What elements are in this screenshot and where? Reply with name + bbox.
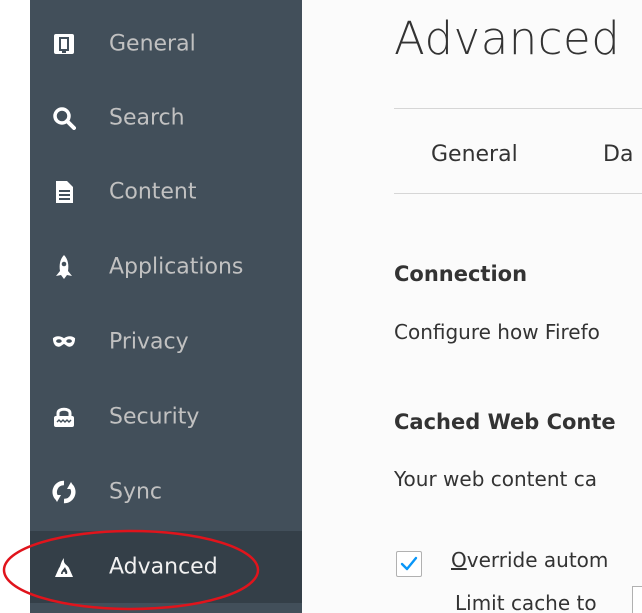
sidebar-item-sync[interactable]: Sync	[30, 456, 302, 528]
tab-general[interactable]: General	[431, 142, 518, 167]
cached-content-heading: Cached Web Conte	[394, 410, 616, 434]
sidebar-item-label: Sync	[109, 479, 163, 505]
applications-icon	[52, 255, 76, 279]
sidebar-item-label: Security	[109, 404, 200, 430]
security-icon	[52, 405, 76, 429]
sidebar-item-label: Advanced	[109, 554, 218, 580]
sidebar-item-label: Search	[109, 105, 185, 131]
sidebar-item-security[interactable]: Security	[30, 381, 302, 453]
window-left-edge	[0, 0, 30, 613]
sidebar-item-label: General	[109, 31, 196, 57]
override-cache-checkbox[interactable]	[396, 551, 422, 577]
general-icon	[52, 32, 76, 56]
advanced-icon	[52, 555, 76, 579]
content-icon	[52, 180, 76, 204]
page-title: Advanced	[394, 12, 621, 65]
sidebar-item-label: Content	[109, 179, 197, 205]
privacy-icon	[52, 330, 76, 354]
sidebar: General Search Content Applications Priv…	[30, 0, 302, 613]
cache-size-input[interactable]	[632, 586, 642, 613]
main-content: Advanced General Da Connection Configure…	[302, 0, 642, 613]
connection-heading: Connection	[394, 262, 528, 286]
sidebar-item-advanced[interactable]: Advanced	[30, 531, 302, 603]
sidebar-item-label: Privacy	[109, 329, 189, 355]
sidebar-item-label: Applications	[109, 254, 244, 280]
connection-description: Configure how Firefo	[394, 320, 600, 344]
sidebar-item-general[interactable]: General	[30, 8, 302, 80]
sidebar-item-privacy[interactable]: Privacy	[30, 306, 302, 378]
override-cache-label-text: verride autom	[466, 548, 609, 572]
checkmark-icon	[400, 556, 418, 571]
divider	[394, 193, 642, 194]
sync-icon	[52, 480, 76, 504]
cached-content-description: Your web content ca	[394, 467, 597, 491]
override-cache-label[interactable]: Override autom	[451, 548, 608, 572]
sidebar-item-search[interactable]: Search	[30, 82, 302, 154]
accesskey-letter: O	[451, 548, 467, 572]
limit-cache-label: Limit cache to	[455, 591, 597, 613]
sidebar-item-content[interactable]: Content	[30, 156, 302, 228]
sidebar-item-applications[interactable]: Applications	[30, 231, 302, 303]
search-icon	[52, 106, 76, 130]
tab-data[interactable]: Da	[603, 142, 633, 167]
divider	[394, 108, 642, 109]
